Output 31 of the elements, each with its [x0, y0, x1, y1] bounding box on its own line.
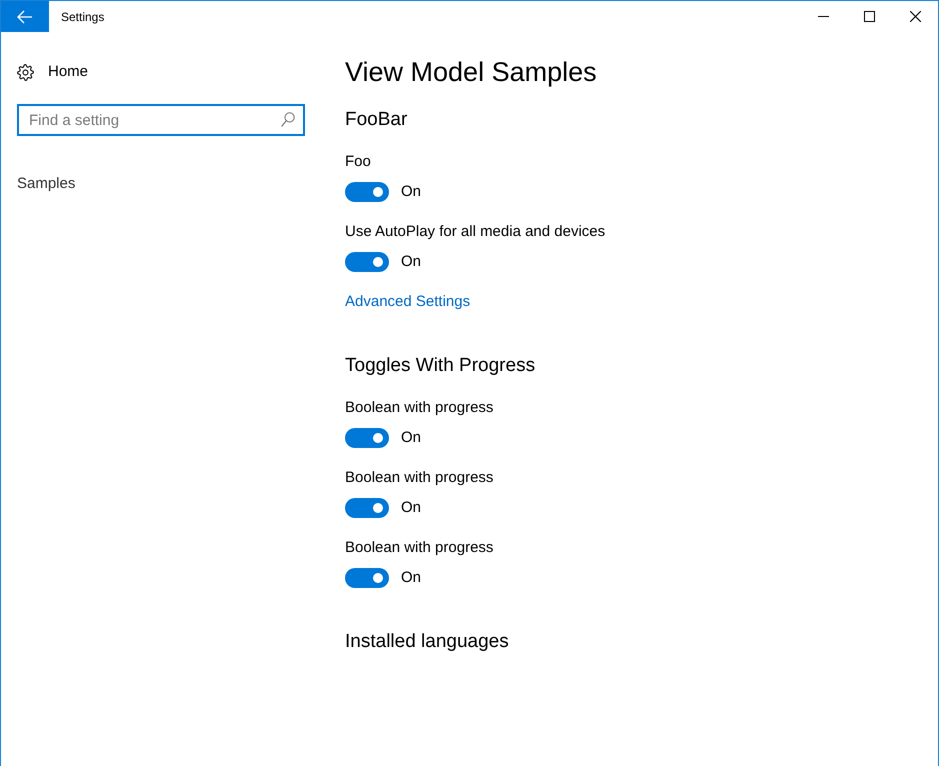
back-arrow-icon	[17, 10, 33, 24]
toggle-switch[interactable]	[345, 428, 389, 448]
minimize-icon	[818, 16, 828, 17]
back-button[interactable]	[1, 1, 49, 32]
toggle-state-text: On	[401, 568, 422, 588]
home-link[interactable]: Home	[17, 62, 88, 82]
toggle-switch[interactable]	[345, 252, 389, 272]
settings-link[interactable]: Advanced Settings	[345, 292, 470, 312]
section-heading: Installed languages	[345, 630, 509, 654]
page-title: View Model Samples	[345, 56, 597, 89]
section-heading: Toggles With Progress	[345, 354, 536, 378]
setting-label: Boolean with progress	[345, 468, 494, 488]
section-heading: FooBar	[345, 108, 408, 132]
toggle-switch[interactable]	[345, 568, 389, 588]
setting-label: Use AutoPlay for all media and devices	[345, 222, 606, 242]
toggle-state-text: On	[401, 182, 422, 202]
toggle-state-text: On	[401, 252, 422, 272]
setting-label: Foo	[345, 152, 372, 172]
toggle-switch[interactable]	[345, 498, 389, 518]
toggle-state-text: On	[401, 498, 422, 518]
nav-item[interactable]: Samples	[17, 174, 80, 194]
maximize-icon	[864, 11, 874, 22]
search-icon	[281, 112, 295, 127]
search-field[interactable]: Find a setting	[17, 104, 305, 136]
toggle-state-text: On	[401, 428, 422, 448]
close-icon	[910, 11, 920, 22]
gear-icon	[17, 64, 34, 80]
setting-label: Boolean with progress	[345, 398, 494, 418]
toggle-switch[interactable]	[345, 182, 389, 202]
setting-label: Boolean with progress	[345, 538, 494, 558]
window-title: Settings	[61, 10, 104, 24]
